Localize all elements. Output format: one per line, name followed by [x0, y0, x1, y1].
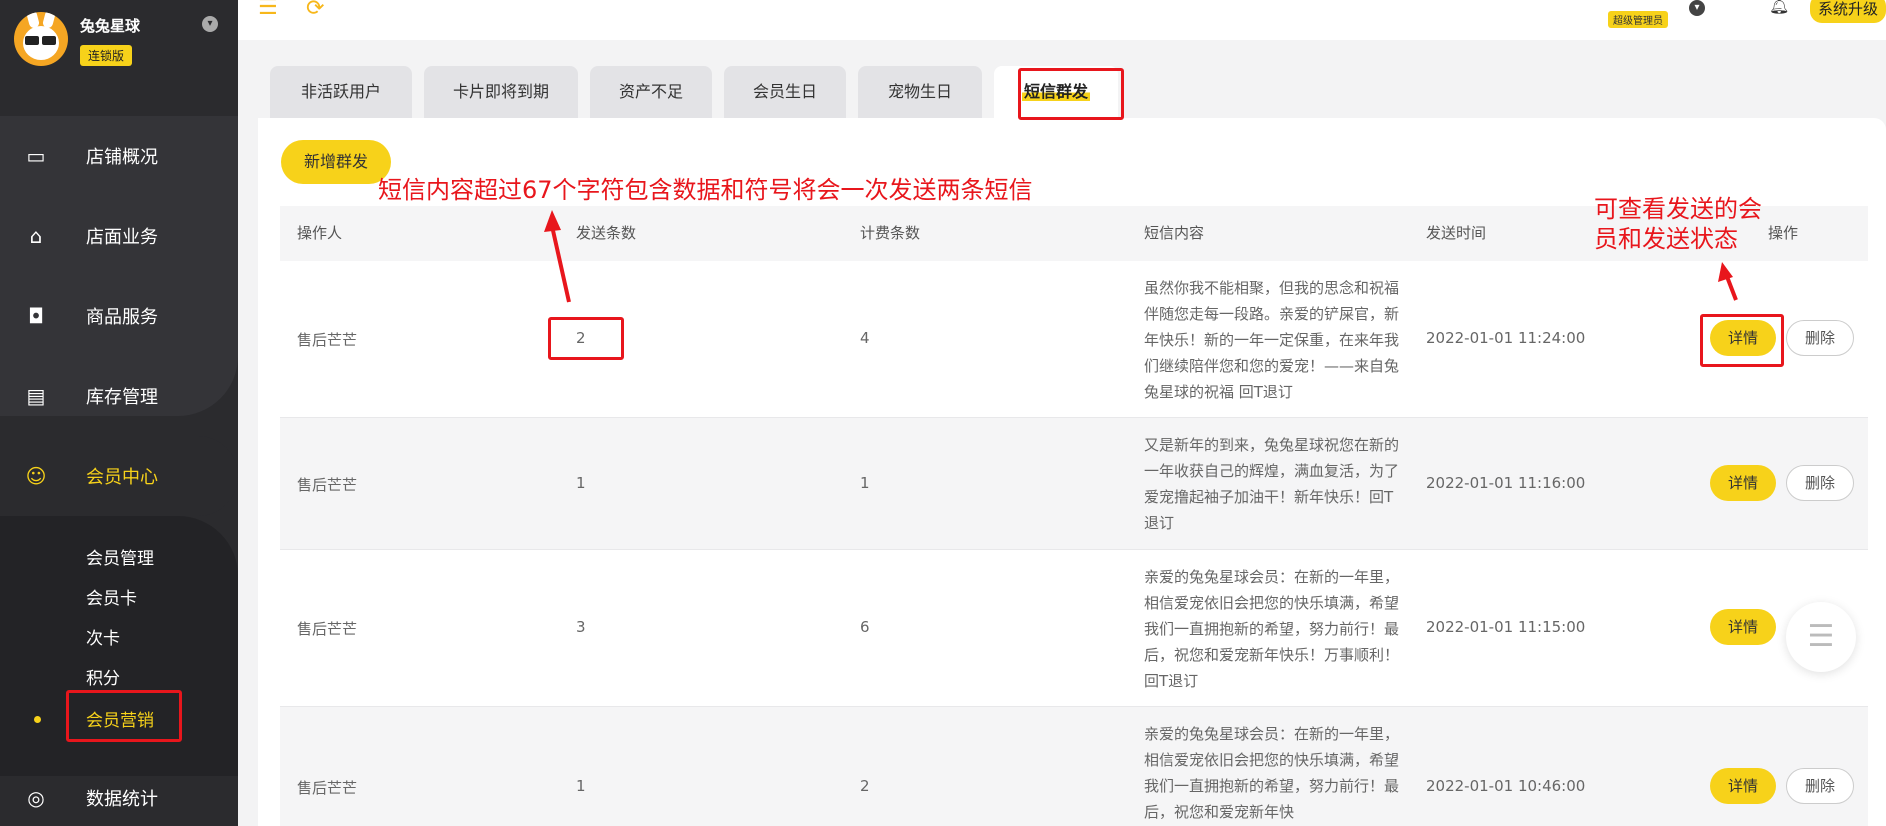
- delete-button[interactable]: 删除: [1786, 320, 1854, 356]
- annotation-box-sent-count: [548, 317, 624, 360]
- header-time: 发送时间: [1426, 224, 1487, 242]
- house-icon: ⌂: [29, 224, 43, 248]
- sub-item-member-card[interactable]: 会员卡: [86, 584, 137, 609]
- content-cell: 亲爱的兔兔星球会员：在新的一年里，相信爱宠依旧会把您的快乐填满，希望我们一直拥抱…: [1144, 568, 1400, 690]
- tab-pet-birthday[interactable]: 宠物生日: [858, 66, 982, 118]
- chevron-down-icon[interactable]: ▾: [202, 16, 218, 32]
- add-broadcast-button[interactable]: 新增群发: [281, 140, 391, 184]
- active-indicator-dot: [34, 716, 41, 723]
- annotation-sms-note: 短信内容超过67个字符包含数据和符号将会一次发送两条短信: [378, 176, 1033, 204]
- delete-button[interactable]: 删除: [1786, 465, 1854, 501]
- annotation-box-detail: [1700, 314, 1784, 367]
- chevron-down-icon[interactable]: ▾: [1689, 0, 1705, 16]
- detail-button[interactable]: 详情: [1710, 465, 1776, 501]
- operator-cell: 售后芒芒: [297, 331, 358, 349]
- header-billed-count: 计费条数: [860, 224, 921, 242]
- nav-item-label: 店面业务: [86, 227, 158, 248]
- delete-button[interactable]: 删除: [1786, 768, 1854, 804]
- billed-count-cell: 2: [860, 777, 870, 795]
- nav-item-member-center[interactable]: ☺ 会员中心: [0, 436, 238, 516]
- chart-screen-icon: ▭: [26, 144, 46, 168]
- box-icon: ▤: [26, 384, 46, 408]
- nav-item-label: 数据统计: [86, 789, 158, 810]
- brand-header[interactable]: 兔兔星球 连锁版 ▾: [14, 12, 234, 72]
- header-actions: 操作: [1768, 224, 1799, 242]
- trend-icon: ◎: [27, 786, 45, 810]
- time-cell: 2022-01-01 10:46:00: [1426, 777, 1586, 795]
- topbar: ☰ ⟳ 超级管理员 ▾ 🔔︎ 系统升级: [238, 0, 1886, 40]
- menu-icon[interactable]: ☰: [258, 0, 278, 19]
- nav-item-inventory[interactable]: ▤ 库存管理: [0, 356, 238, 436]
- nav-item-store-overview[interactable]: ▭ 店铺概况: [0, 116, 238, 196]
- detail-button[interactable]: 详情: [1710, 768, 1776, 804]
- nav-item-products[interactable]: ◘ 商品服务: [0, 276, 238, 356]
- member-icon: ☺: [25, 464, 47, 488]
- sub-item-points[interactable]: 积分: [86, 664, 120, 689]
- header-operator: 操作人: [297, 224, 343, 242]
- content-cell: 亲爱的兔兔星球会员：在新的一年里，相信爱宠依旧会把您的快乐填满，希望我们一直拥抱…: [1144, 725, 1400, 821]
- billed-count-cell: 1: [860, 474, 870, 492]
- header-sent-count: 发送条数: [576, 224, 637, 242]
- admin-role-badge: 超级管理员: [1608, 11, 1668, 28]
- sent-count-cell: 3: [576, 618, 586, 636]
- header-content: 短信内容: [1144, 224, 1205, 242]
- billed-count-cell: 4: [860, 329, 870, 347]
- annotation-detail-note-1: 可查看发送的会: [1594, 195, 1762, 223]
- detail-button[interactable]: 详情: [1710, 609, 1776, 645]
- sub-item-times-card[interactable]: 次卡: [86, 624, 120, 649]
- time-cell: 2022-01-01 11:24:00: [1426, 329, 1586, 347]
- content-cell: 虽然你我不能相聚，但我的思念和祝福伴随您走每一段路。亲爱的铲屎官，新年快乐！新的…: [1144, 279, 1400, 401]
- bag-icon: ◘: [28, 304, 44, 328]
- sent-count-cell: 1: [576, 777, 586, 795]
- table-row: 售后芒芒 1 2 亲爱的兔兔星球会员：在新的一年里，相信爱宠依旧会把您的快乐填满…: [280, 707, 1868, 826]
- time-cell: 2022-01-01 11:15:00: [1426, 618, 1586, 636]
- refresh-icon[interactable]: ⟳: [306, 0, 324, 21]
- nav-item-store-business[interactable]: ⌂ 店面业务: [0, 196, 238, 276]
- list-menu-icon[interactable]: ☰: [1786, 602, 1856, 672]
- table-row: 售后芒芒 1 1 又是新年的到来，兔兔星球祝您在新的一年收获自己的辉煌，满血复活…: [280, 418, 1868, 550]
- avatar: [14, 12, 68, 66]
- annotation-box-sidebar: [66, 690, 182, 742]
- nav-item-label: 库存管理: [86, 387, 158, 408]
- tab-member-birthday[interactable]: 会员生日: [724, 66, 846, 118]
- operator-cell: 售后芒芒: [297, 476, 358, 494]
- content-cell: 又是新年的到来，兔兔星球祝您在新的一年收获自己的辉煌，满血复活，为了爱宠撸起袖子…: [1144, 436, 1400, 532]
- operator-cell: 售后芒芒: [297, 620, 358, 638]
- time-cell: 2022-01-01 11:16:00: [1426, 474, 1586, 492]
- operator-cell: 售后芒芒: [297, 779, 358, 797]
- brand-name: 兔兔星球: [80, 17, 141, 35]
- bell-icon[interactable]: 🔔︎: [1769, 0, 1789, 15]
- tab-low-balance[interactable]: 资产不足: [590, 66, 712, 118]
- edition-badge: 连锁版: [80, 45, 133, 66]
- nav-item-label: 店铺概况: [86, 147, 158, 168]
- tab-card-expiring[interactable]: 卡片即将到期: [424, 66, 578, 118]
- sent-count-cell: 1: [576, 474, 586, 492]
- sub-item-member-management[interactable]: 会员管理: [86, 544, 154, 569]
- tab-inactive-users[interactable]: 非活跃用户: [270, 66, 412, 118]
- billed-count-cell: 6: [860, 618, 870, 636]
- table-row: 售后芒芒 2 4 虽然你我不能相聚，但我的思念和祝福伴随您走每一段路。亲爱的铲屎…: [280, 261, 1868, 418]
- annotation-box-tab: [1018, 68, 1124, 120]
- upgrade-button[interactable]: 系统升级: [1810, 0, 1886, 23]
- nav-item-label: 商品服务: [86, 307, 158, 328]
- annotation-detail-note-2: 员和发送状态: [1594, 225, 1738, 253]
- nav-item-label: 会员中心: [86, 467, 158, 488]
- nav-item-statistics[interactable]: ◎ 数据统计: [0, 758, 238, 826]
- table-row: 售后芒芒 3 6 亲爱的兔兔星球会员：在新的一年里，相信爱宠依旧会把您的快乐填满…: [280, 550, 1868, 707]
